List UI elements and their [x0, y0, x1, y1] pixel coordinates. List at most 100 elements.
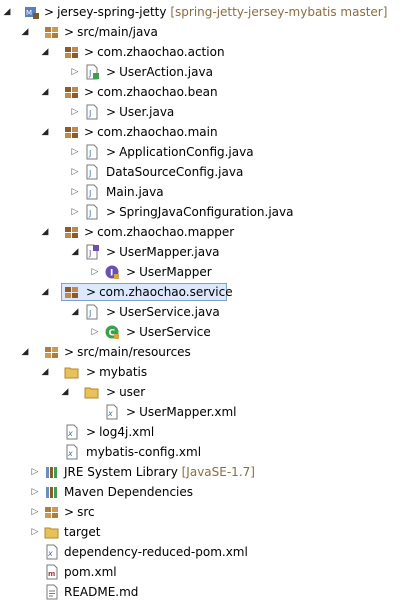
tree-row-pkg-main[interactable]: ◢ > com.zhaochao.main: [0, 122, 403, 142]
svg-text:J: J: [88, 169, 91, 178]
collapse-toggle[interactable]: ▷: [70, 186, 80, 198]
svg-text:J: J: [88, 69, 91, 78]
tree-row-user-mapper-interface[interactable]: ▷ I > UserMapper: [0, 262, 403, 282]
expand-toggle[interactable]: ◢: [70, 246, 80, 258]
node-text: User.java: [119, 105, 175, 119]
collapse-toggle[interactable]: ▷: [30, 486, 40, 498]
tree-row-app-config[interactable]: ▷ J > ApplicationConfig.java: [0, 142, 403, 162]
java-file-icon: J: [84, 204, 100, 220]
expand-toggle[interactable]: ◢: [40, 366, 50, 378]
node-text: UserMapper: [139, 265, 212, 279]
svg-text:J: J: [88, 149, 91, 158]
collapse-toggle[interactable]: ▷: [90, 326, 100, 338]
dirty-marker: >: [64, 505, 75, 519]
source-folder-icon: [44, 344, 60, 360]
tree-row-log4j[interactable]: x > log4j.xml: [0, 422, 403, 442]
expand-toggle[interactable]: ◢: [40, 86, 50, 98]
tree-row-mybatis[interactable]: ◢ > mybatis: [0, 362, 403, 382]
maven-pom-icon: m: [44, 564, 60, 580]
tree-row-user-service-java[interactable]: ◢ J > UserService.java: [0, 302, 403, 322]
node-text: Main.java: [106, 185, 164, 199]
collapse-toggle[interactable]: ▷: [30, 526, 40, 538]
collapse-toggle[interactable]: ▷: [70, 146, 80, 158]
package-icon: [64, 284, 80, 300]
package-icon: [64, 124, 80, 140]
tree-row-user-mapper-xml[interactable]: x > UserMapper.xml: [0, 402, 403, 422]
node-text: com.zhaochao.mapper: [97, 225, 235, 239]
dirty-marker: >: [106, 145, 117, 159]
dirty-marker: >: [106, 245, 117, 259]
library-label: Maven Dependencies: [64, 484, 193, 500]
tree-row-jre[interactable]: ▷ JRE System Library [JavaSE-1.7]: [0, 462, 403, 482]
tree-row-spring-config[interactable]: ▷ J > SpringJavaConfiguration.java: [0, 202, 403, 222]
node-text: src/main/resources: [77, 345, 191, 359]
expand-toggle[interactable]: ◢: [2, 6, 12, 18]
svg-text:M: M: [26, 9, 32, 17]
collapse-toggle[interactable]: ▷: [30, 466, 40, 478]
library-icon: [44, 484, 60, 500]
collapse-toggle[interactable]: ▷: [30, 506, 40, 518]
file-label: > SpringJavaConfiguration.java: [106, 204, 293, 220]
tree-row-user-service-class[interactable]: ▷ C > UserService: [0, 322, 403, 342]
tree-row-dep-reduced-pom[interactable]: x dependency-reduced-pom.xml: [0, 542, 403, 562]
collapse-toggle[interactable]: ▷: [70, 106, 80, 118]
file-label: pom.xml: [64, 564, 117, 580]
expand-toggle[interactable]: ◢: [70, 306, 80, 318]
tree-row-pkg-action[interactable]: ◢ > com.zhaochao.action: [0, 42, 403, 62]
svg-text:J: J: [88, 189, 91, 198]
folder-icon: [84, 384, 100, 400]
tree-row-pkg-bean[interactable]: ◢ > com.zhaochao.bean: [0, 82, 403, 102]
tree-row-maven-deps[interactable]: ▷ Maven Dependencies: [0, 482, 403, 502]
xml-file-icon: x: [104, 404, 120, 420]
tree-row-pkg-mapper[interactable]: ◢ > com.zhaochao.mapper: [0, 222, 403, 242]
tree-row-mybatis-config[interactable]: x mybatis-config.xml: [0, 442, 403, 462]
expand-toggle[interactable]: ◢: [40, 286, 50, 298]
tree-row-user-mapper-java[interactable]: ◢ J > UserMapper.java: [0, 242, 403, 262]
node-text: ApplicationConfig.java: [119, 145, 254, 159]
package-explorer-tree: ◢ M > jersey-spring-jetty [spring-jetty-j…: [0, 0, 403, 600]
tree-row-target[interactable]: ▷ target: [0, 522, 403, 542]
collapse-toggle[interactable]: ▷: [90, 266, 100, 278]
collapse-toggle[interactable]: ▷: [70, 66, 80, 78]
collapse-toggle[interactable]: ▷: [70, 206, 80, 218]
collapse-toggle[interactable]: ▷: [70, 166, 80, 178]
tree-row-src-main-resources[interactable]: ◢ > src/main/resources: [0, 342, 403, 362]
type-label: > UserService: [126, 324, 211, 340]
tree-row-src[interactable]: ▷ > src: [0, 502, 403, 522]
svg-text:x: x: [107, 409, 113, 418]
tree-row-ds-config[interactable]: ▷ J DataSourceConfig.java: [0, 162, 403, 182]
tree-row-pom[interactable]: m pom.xml: [0, 562, 403, 582]
tree-row-readme[interactable]: README.md: [0, 582, 403, 602]
node-text: user: [119, 385, 146, 399]
tree-row-main-java[interactable]: ▷ J Main.java: [0, 182, 403, 202]
expand-toggle[interactable]: ◢: [20, 346, 30, 358]
dirty-marker: >: [106, 205, 117, 219]
svg-text:J: J: [88, 109, 91, 118]
node-text: com.zhaochao.bean: [97, 85, 218, 99]
expand-toggle[interactable]: ◢: [60, 386, 70, 398]
expand-toggle[interactable]: ◢: [40, 126, 50, 138]
node-text: com.zhaochao.action: [97, 45, 225, 59]
dirty-marker: >: [84, 125, 95, 139]
tree-row-user-action[interactable]: ▷ J > UserAction.java: [0, 62, 403, 82]
source-folder-label: > src/main/resources: [64, 344, 191, 360]
java-file-icon: J: [84, 184, 100, 200]
expand-toggle[interactable]: ◢: [40, 46, 50, 58]
node-text: JRE System Library: [64, 465, 178, 479]
expand-toggle[interactable]: ◢: [40, 226, 50, 238]
tree-row-project[interactable]: ◢ M > jersey-spring-jetty [spring-jetty-j…: [0, 2, 403, 22]
dirty-marker: >: [106, 385, 117, 399]
tree-row-user-java[interactable]: ▷ J > User.java: [0, 102, 403, 122]
node-text: com.zhaochao.main: [97, 125, 218, 139]
package-icon: [64, 84, 80, 100]
tree-row-pkg-service[interactable]: ◢ > com.zhaochao.service: [0, 282, 403, 302]
dirty-marker: >: [126, 325, 137, 339]
tree-row-src-main-java[interactable]: ◢ > src/main/java: [0, 22, 403, 42]
project-name: jersey-spring-jetty: [57, 5, 167, 19]
file-label: > UserAction.java: [106, 64, 213, 80]
file-label: mybatis-config.xml: [86, 444, 201, 460]
expand-toggle[interactable]: ◢: [20, 26, 30, 38]
node-text: UserAction.java: [119, 65, 213, 79]
source-folder-icon: [44, 24, 60, 40]
tree-row-user-folder[interactable]: ◢ > user: [0, 382, 403, 402]
